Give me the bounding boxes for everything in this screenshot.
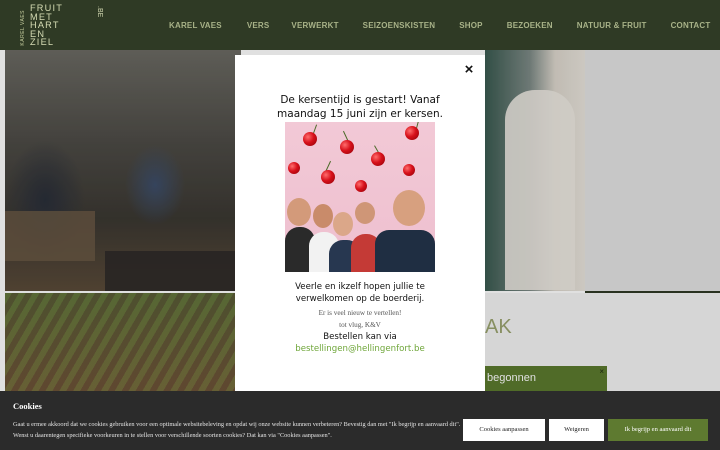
- text-line: verwelkomen op de boerderij.: [295, 294, 425, 304]
- headline-line: maandag 15 juni zijn er kersen.: [277, 108, 443, 120]
- logo-word: ZIEL: [30, 37, 55, 48]
- nav-item-verwerkt[interactable]: VERWERKT: [291, 21, 338, 30]
- nav-item-vers[interactable]: VERS: [247, 21, 270, 30]
- nav-item-karel-vaes[interactable]: KAREL VAES: [169, 21, 222, 30]
- order-label: Bestellen kan via: [323, 332, 397, 342]
- cookie-title: Cookies: [13, 401, 42, 411]
- cherries-photo: [285, 122, 435, 272]
- headline-line: De kersentijd is gestart! Vanaf: [280, 94, 440, 106]
- nav-item-shop[interactable]: SHOP: [459, 21, 482, 30]
- announcement-modal: × De kersentijd is gestart! Vanaf maanda…: [235, 55, 485, 393]
- order-email-link[interactable]: bestellingen@hellingenfort.be: [235, 344, 485, 354]
- logo-top-line: KAREL VAES: [20, 10, 26, 46]
- modal-note: Er is veel nieuw te vertellen! tot vlug,…: [235, 307, 485, 331]
- text-line: Veerle en ikzelf hopen jullie te: [295, 282, 425, 292]
- logo-words: FRUIT MET HART EN ZIEL: [30, 4, 63, 47]
- nav-item-seizoenskisten[interactable]: SEIZOENSKISTEN: [363, 21, 436, 30]
- nav-item-contact[interactable]: CONTACT: [671, 21, 711, 30]
- modal-welcome-text: Veerle en ikzelf hopen jullie te verwelk…: [235, 281, 485, 305]
- group-people: [285, 190, 435, 272]
- main-nav: KAREL VAES VERS VERWERKT SEIZOENSKISTEN …: [150, 0, 710, 50]
- note-line: tot vlug, K&V: [339, 321, 381, 329]
- customize-cookies-button[interactable]: Cookies aanpassen: [463, 419, 545, 441]
- cookie-banner: Cookies Gaat u ermee akkoord dat we cook…: [0, 391, 720, 450]
- site-header: KAREL VAES FRUIT MET HART EN ZIEL .BE KA…: [0, 0, 720, 50]
- modal-headline: De kersentijd is gestart! Vanaf maandag …: [235, 93, 485, 121]
- logo-suffix: .BE: [96, 6, 103, 18]
- site-logo[interactable]: KAREL VAES FRUIT MET HART EN ZIEL .BE: [8, 2, 108, 48]
- cookie-text: Gaat u ermee akkoord dat we cookies gebr…: [13, 421, 461, 439]
- decline-cookies-button[interactable]: Weigeren: [549, 419, 604, 441]
- nav-item-bezoeken[interactable]: BEZOEKEN: [507, 21, 553, 30]
- close-button[interactable]: ×: [461, 62, 477, 78]
- nav-item-natuur-fruit[interactable]: NATUUR & FRUIT: [577, 21, 647, 30]
- note-line: Er is veel nieuw te vertellen!: [318, 309, 402, 317]
- accept-cookies-button[interactable]: Ik begrijp en aanvaard dit: [608, 419, 708, 441]
